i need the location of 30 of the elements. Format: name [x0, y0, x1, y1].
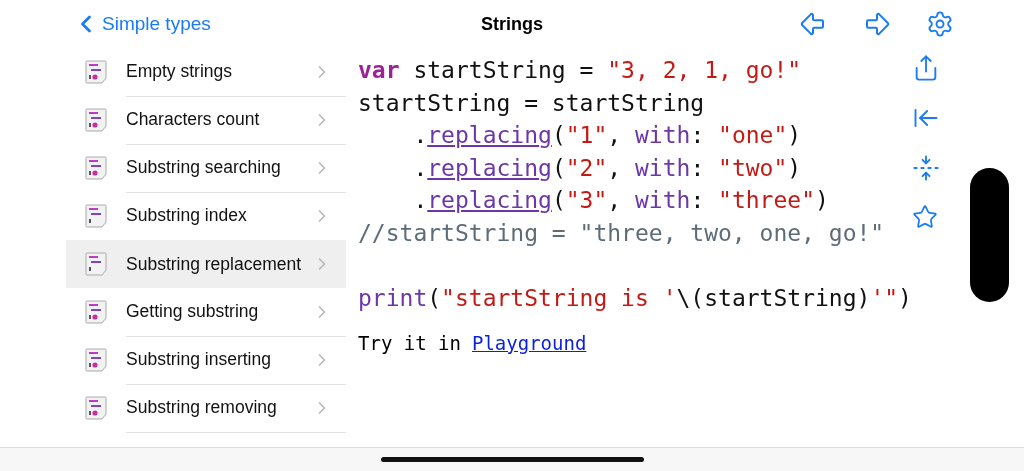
sidebar-item[interactable]: Getting substring [66, 288, 346, 336]
sidebar-item[interactable]: Substring searching [66, 144, 346, 192]
code-file-icon [85, 204, 107, 228]
code-line: startString = startString [358, 88, 706, 118]
fold-icon[interactable] [912, 154, 940, 182]
code-line: .replacing("3", with: "three") [412, 186, 830, 215]
scroll-handle[interactable] [970, 168, 1009, 302]
code-line: .replacing("2", with: "two") [412, 153, 803, 183]
playground-link[interactable]: Playground [471, 332, 587, 354]
sidebar-item[interactable]: Substring inserting [66, 336, 346, 384]
sidebar-item[interactable]: Substring removing [66, 384, 346, 432]
code-line: //startString = "three, two, one, go!" [358, 218, 886, 248]
try-it-text: Try it in [358, 332, 461, 354]
back-button[interactable]: Simple types [72, 10, 211, 38]
sidebar-item[interactable]: Characters count [66, 96, 346, 144]
code-file-icon [85, 156, 107, 180]
code-line: .replacing("1", with: "one") [412, 121, 803, 150]
code-file-icon [85, 396, 107, 420]
page-title: Strings [481, 13, 543, 34]
code-file-icon [85, 60, 107, 84]
code-file-icon [85, 252, 107, 276]
settings-icon[interactable] [926, 10, 954, 38]
sidebar-item[interactable]: Empty strings [66, 48, 346, 96]
code-line: var startString = "3, 2, 1, go!" [358, 56, 803, 85]
code-file-icon [85, 108, 107, 132]
code-file-icon [85, 300, 107, 324]
code-line: print("startString is '\(startString)'") [358, 283, 912, 313]
sidebar-item[interactable]: Substring replacement [66, 240, 346, 288]
star-icon[interactable] [912, 204, 938, 230]
code-file-icon [85, 348, 107, 372]
